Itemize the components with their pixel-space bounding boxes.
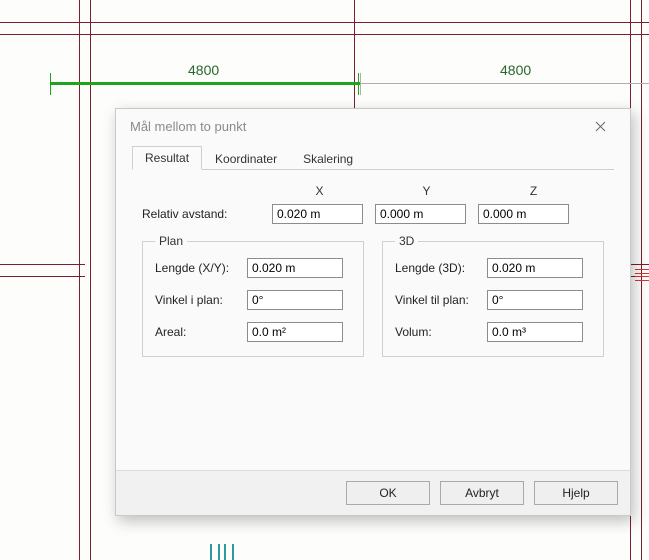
ok-button[interactable]: OK: [346, 481, 430, 505]
relative-z-field[interactable]: [478, 204, 569, 224]
column-header-y: Y: [379, 184, 474, 198]
plan-length-label: Lengde (X/Y):: [155, 261, 247, 275]
threed-volume-label: Volum:: [395, 325, 487, 339]
dimension-value: 4800: [500, 62, 531, 78]
plan-angle-field[interactable]: [247, 290, 343, 310]
tabstrip: Resultat Koordinater Skalering: [132, 143, 614, 170]
threed-angle-field[interactable]: [487, 290, 583, 310]
threed-length-label: Lengde (3D):: [395, 261, 487, 275]
dimension-line-selected[interactable]: [50, 82, 360, 85]
relative-x-field[interactable]: [272, 204, 363, 224]
measure-dialog: Mål mellom to punkt Resultat Koordinater…: [115, 108, 631, 516]
help-button[interactable]: Hjelp: [534, 481, 618, 505]
relative-y-field[interactable]: [375, 204, 466, 224]
column-header-x: X: [272, 184, 367, 198]
window-symbol: [210, 544, 234, 560]
tab-koordinater[interactable]: Koordinater: [202, 147, 290, 170]
dimension-value: 4800: [188, 62, 219, 78]
tab-resultat[interactable]: Resultat: [132, 146, 202, 170]
group-3d-legend: 3D: [395, 234, 418, 248]
plan-area-label: Areal:: [155, 325, 247, 339]
threed-length-field[interactable]: [487, 258, 583, 278]
relative-distance-label: Relativ avstand:: [142, 207, 260, 221]
close-icon[interactable]: [580, 113, 620, 139]
threed-volume-field[interactable]: [487, 322, 583, 342]
dialog-footer: OK Avbryt Hjelp: [116, 470, 630, 515]
plan-length-field[interactable]: [247, 258, 343, 278]
threed-angle-label: Vinkel til plan:: [395, 293, 487, 307]
cancel-button[interactable]: Avbryt: [440, 481, 524, 505]
dialog-title: Mål mellom to punkt: [130, 119, 246, 134]
dialog-titlebar[interactable]: Mål mellom to punkt: [116, 109, 630, 143]
tab-skalering[interactable]: Skalering: [290, 147, 366, 170]
group-3d: 3D Lengde (3D): Vinkel til plan: Volum:: [382, 234, 604, 357]
dimension-line[interactable]: [360, 83, 649, 84]
plan-area-field[interactable]: [247, 322, 343, 342]
plan-angle-label: Vinkel i plan:: [155, 293, 247, 307]
group-plan: Plan Lengde (X/Y): Vinkel i plan: Areal:: [142, 234, 364, 357]
column-header-z: Z: [486, 184, 581, 198]
group-plan-legend: Plan: [155, 234, 187, 248]
wall-hatch: [635, 269, 649, 281]
